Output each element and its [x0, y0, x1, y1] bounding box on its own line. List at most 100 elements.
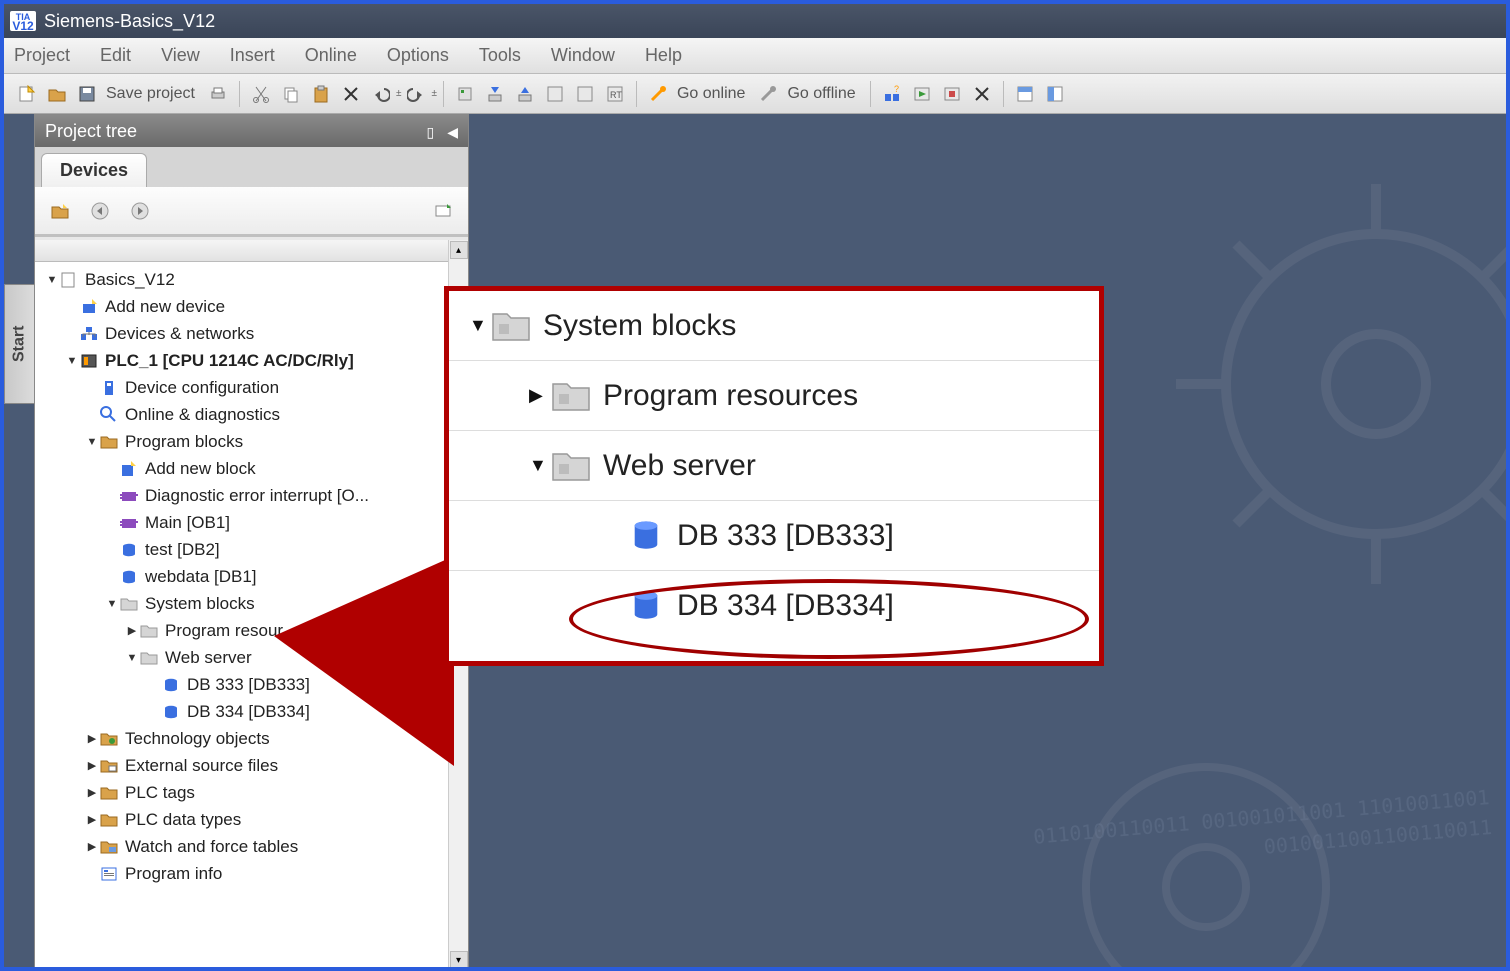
tree-node-plc[interactable]: ▼ PLC_1 [CPU 1214C AC/DC/Rly] — [35, 347, 448, 374]
menu-edit[interactable]: Edit — [100, 45, 131, 66]
toolbar-icon[interactable] — [572, 81, 598, 107]
tree-node-project-root[interactable]: ▼ Basics_V12 — [35, 266, 448, 293]
menu-options[interactable]: Options — [387, 45, 449, 66]
tree-label: Main [OB1] — [145, 513, 230, 533]
cut-icon[interactable] — [248, 81, 274, 107]
project-icon — [59, 270, 79, 290]
menu-online[interactable]: Online — [305, 45, 357, 66]
menu-view[interactable]: View — [161, 45, 200, 66]
tree-label: Devices & networks — [105, 324, 254, 344]
tree-node-device-config[interactable]: Device configuration — [35, 374, 448, 401]
tree-node-devices-networks[interactable]: Devices & networks — [35, 320, 448, 347]
callout-label: DB 334 [DB334] — [677, 589, 894, 623]
split-vertical-icon[interactable] — [1042, 81, 1068, 107]
menu-window[interactable]: Window — [551, 45, 615, 66]
toolbar-icon[interactable] — [542, 81, 568, 107]
tab-devices[interactable]: Devices — [41, 153, 147, 187]
copy-icon[interactable] — [278, 81, 304, 107]
toolbar-icon[interactable] — [939, 81, 965, 107]
go-online-icon[interactable] — [645, 81, 671, 107]
toolbar-icon[interactable]: RT — [602, 81, 628, 107]
tree-node-add-block[interactable]: Add new block — [35, 455, 448, 482]
panel-toolbar — [35, 187, 468, 237]
undo-dropdown[interactable]: ± — [396, 88, 402, 99]
sysfolder-icon — [551, 446, 591, 486]
tree-node-add-device[interactable]: Add new device — [35, 293, 448, 320]
sysfolder-icon — [119, 594, 139, 614]
print-icon[interactable] — [205, 81, 231, 107]
sysfolder-icon — [139, 621, 159, 641]
callout-label: Web server — [603, 449, 756, 483]
new-item-icon[interactable] — [45, 196, 75, 226]
paste-icon[interactable] — [308, 81, 334, 107]
redo-dropdown[interactable]: ± — [431, 88, 437, 99]
upload-icon[interactable] — [512, 81, 538, 107]
tree-node-program-info[interactable]: Program info — [35, 860, 448, 887]
tree-node-program-blocks[interactable]: ▼ Program blocks — [35, 428, 448, 455]
overview-icon[interactable] — [428, 196, 458, 226]
tree-label: Program info — [125, 864, 222, 884]
toolbar-separator — [636, 81, 637, 107]
project-tree-panel: Project tree ▯ ◀ Devices ▼ — [34, 114, 469, 967]
tree-label: Add new device — [105, 297, 225, 317]
nav-back-icon[interactable] — [85, 196, 115, 226]
ob-block-icon — [119, 486, 139, 506]
menu-project[interactable]: Project — [14, 45, 70, 66]
tree-node-watch-force[interactable]: ▶ Watch and force tables — [35, 833, 448, 860]
open-project-icon[interactable] — [44, 81, 70, 107]
new-project-icon[interactable] — [14, 81, 40, 107]
menu-insert[interactable]: Insert — [230, 45, 275, 66]
main-toolbar: Save project ± ± RT Go online Go offline… — [4, 74, 1506, 114]
go-online-button[interactable]: Go online — [677, 85, 746, 103]
split-horizontal-icon[interactable] — [1012, 81, 1038, 107]
gear-decoration-icon — [1126, 134, 1506, 634]
callout-zoom-panel: ▼ System blocks ▶ Program resources ▼ We… — [444, 286, 1104, 666]
tree-node-main-ob1[interactable]: Main [OB1] — [35, 509, 448, 536]
folder-icon — [99, 432, 119, 452]
title-bar: TIAV12 Siemens - Basics_V12 — [4, 4, 1506, 38]
scroll-down-icon[interactable]: ▾ — [450, 951, 468, 967]
go-offline-icon[interactable] — [755, 81, 781, 107]
toolbar-icon[interactable] — [909, 81, 935, 107]
tree-node-online-diag[interactable]: Online & diagnostics — [35, 401, 448, 428]
add-block-icon — [119, 459, 139, 479]
callout-row-db334: DB 334 [DB334] — [449, 571, 1099, 641]
redo-icon[interactable] — [403, 81, 429, 107]
go-offline-button[interactable]: Go offline — [787, 85, 855, 103]
close-icon[interactable] — [969, 81, 995, 107]
callout-row-db333: DB 333 [DB333] — [449, 501, 1099, 571]
tree-label: Web server — [165, 648, 252, 668]
scroll-up-icon[interactable]: ▴ — [450, 241, 468, 259]
callout-label: System blocks — [543, 309, 736, 343]
callout-pointer — [274, 556, 454, 766]
panel-pin-icon[interactable]: ▯ — [426, 124, 434, 140]
compile-icon[interactable] — [452, 81, 478, 107]
save-icon[interactable] — [74, 81, 100, 107]
delete-icon[interactable] — [338, 81, 364, 107]
tree-label: Technology objects — [125, 729, 270, 749]
db-icon — [161, 675, 181, 695]
tree-node-diag-error-ob[interactable]: Diagnostic error interrupt [O... — [35, 482, 448, 509]
folder-icon — [99, 756, 119, 776]
tree-node-plc-tags[interactable]: ▶ PLC tags — [35, 779, 448, 806]
folder-icon — [99, 810, 119, 830]
tree-node-plc-datatypes[interactable]: ▶ PLC data types — [35, 806, 448, 833]
svg-text:RT: RT — [610, 90, 622, 100]
save-project-button[interactable]: Save project — [106, 85, 195, 103]
db-icon — [119, 567, 139, 587]
undo-icon[interactable] — [368, 81, 394, 107]
download-icon[interactable] — [482, 81, 508, 107]
accessible-devices-icon[interactable]: ? — [879, 81, 905, 107]
svg-text:?: ? — [894, 85, 899, 94]
tree-label: PLC_1 [CPU 1214C AC/DC/Rly] — [105, 351, 354, 371]
panel-tab-strip: Devices — [35, 147, 468, 187]
menu-tools[interactable]: Tools — [479, 45, 521, 66]
tree-label: webdata [DB1] — [145, 567, 257, 587]
start-tab[interactable]: Start — [4, 284, 34, 404]
toolbar-separator — [239, 81, 240, 107]
menu-help[interactable]: Help — [645, 45, 682, 66]
callout-row-program-resources: ▶ Program resources — [449, 361, 1099, 431]
panel-collapse-icon[interactable]: ◀ — [447, 124, 458, 140]
nav-forward-icon[interactable] — [125, 196, 155, 226]
callout-row-web-server: ▼ Web server — [449, 431, 1099, 501]
